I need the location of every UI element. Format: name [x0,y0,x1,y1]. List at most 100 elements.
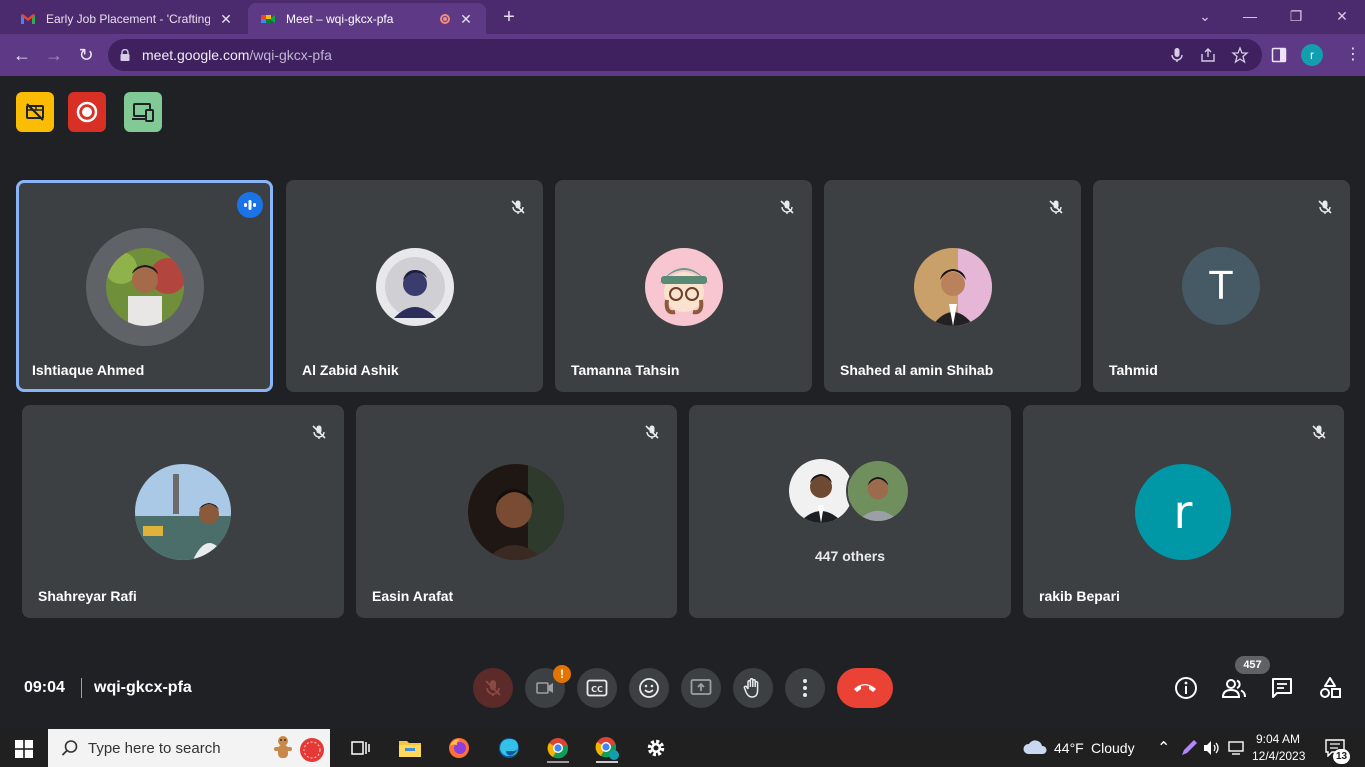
close-tab-icon[interactable]: ✕ [218,11,234,27]
close-window-icon[interactable]: ✕ [1322,4,1362,28]
forward-icon[interactable]: → [42,43,66,67]
mic-muted-icon [1312,194,1338,220]
participant-tile[interactable]: Al Zabid Ashik [286,180,543,392]
search-placeholder: Type here to search [88,740,221,757]
restore-icon[interactable]: ❐ [1276,4,1316,28]
chrome-profile-icon[interactable] [590,733,624,763]
microphone-toggle-button[interactable] [473,668,513,708]
avatar [789,459,853,523]
more-options-icon[interactable]: ⋮ [1341,43,1365,67]
search-highlight-icon [274,736,324,762]
participant-name: Shahreyar Rafi [38,588,137,604]
windows-taskbar: Type here to search 44°F Cloudy ⌃ 9:04 A… [0,729,1365,767]
settings-gear-icon[interactable] [639,733,673,763]
present-screen-button[interactable] [681,668,721,708]
svg-text:CC: CC [591,685,603,694]
participant-count-badge: 457 [1235,656,1270,674]
participant-tile[interactable]: Shahreyar Rafi [22,405,344,618]
file-explorer-icon[interactable] [393,733,427,763]
pen-icon[interactable] [1180,739,1198,757]
chrome-icon[interactable] [541,733,575,763]
participant-name: Tahmid [1109,362,1158,378]
participant-tile[interactable]: Tamanna Tahsin [555,180,812,392]
raise-hand-button[interactable] [733,668,773,708]
avatar: r [1135,464,1231,560]
network-icon[interactable] [1228,740,1246,756]
camera-toggle-button[interactable]: ! [525,665,571,708]
chat-button[interactable] [1268,674,1296,702]
avatar [135,464,231,560]
avatar [106,248,184,326]
no-video-recording-badge[interactable] [16,92,54,132]
participant-name: Al Zabid Ashik [302,362,399,378]
share-icon[interactable] [1199,46,1217,64]
info-icon [1175,677,1197,699]
close-tab-icon[interactable]: ✕ [458,11,474,27]
more-vert-icon [803,679,807,697]
companion-devices-badge[interactable] [124,92,162,132]
participant-name: Tamanna Tahsin [571,362,680,378]
meeting-time: 09:04 [24,679,65,696]
new-tab-button[interactable]: + [498,6,520,28]
mic-muted-icon [306,419,332,445]
back-icon[interactable]: ← [10,43,34,67]
avatar [846,459,910,523]
cloudy-weather-icon[interactable] [1022,738,1050,756]
tab-gmail[interactable]: Early Job Placement - 'Crafting y ✕ [8,3,246,34]
meeting-details-button[interactable] [1172,674,1200,702]
participant-tile[interactable]: Easin Arafat [356,405,677,618]
participant-name: Shahed al amin Shihab [840,362,994,378]
captions-button[interactable]: CC [577,668,617,708]
participant-tile[interactable]: T Tahmid [1093,180,1350,392]
windows-start-icon[interactable] [15,740,33,758]
running-indicator [596,761,618,763]
no-video-recording-icon [26,103,44,121]
chat-icon [1272,678,1292,698]
recording-badge[interactable] [68,92,106,132]
participant-name: Easin Arafat [372,588,454,604]
bookmark-star-icon[interactable] [1231,46,1249,64]
microphone-icon[interactable] [1168,46,1186,64]
companion-devices-icon [132,103,154,122]
firefox-icon[interactable] [442,733,476,763]
tab-search-icon[interactable]: ⌄ [1185,4,1225,28]
participant-tile[interactable]: r rakib Bepari [1023,405,1344,618]
clock-date[interactable]: 12/4/2023 [1252,749,1305,763]
taskbar-search-box[interactable]: Type here to search [48,729,330,767]
participant-tile[interactable]: Ishtiaque Ahmed [16,180,273,392]
weather-description[interactable]: Cloudy [1091,740,1135,756]
clock-time[interactable]: 9:04 AM [1252,732,1304,746]
task-view-icon[interactable] [343,733,377,763]
more-options-button[interactable] [785,668,825,708]
participant-tile[interactable]: Shahed al amin Shihab [824,180,1081,392]
closed-captions-icon: CC [586,679,608,697]
show-hidden-icons-chevron-icon[interactable]: ⌃ [1157,738,1170,758]
leave-call-button[interactable] [837,668,893,708]
edge-icon[interactable] [492,733,526,763]
raise-hand-icon [743,678,759,698]
people-button[interactable] [1220,674,1248,702]
volume-icon[interactable] [1203,740,1221,756]
activities-button[interactable] [1316,674,1344,702]
running-indicator [547,761,569,763]
notification-count-badge: 13 [1333,749,1350,764]
reactions-button[interactable] [629,668,669,708]
minimize-icon[interactable]: — [1230,4,1270,28]
lock-icon [120,49,130,61]
people-icon [1221,679,1246,698]
meeting-code: wqi-gkcx-pfa [94,679,192,696]
weather-temperature[interactable]: 44°F [1054,740,1084,756]
others-tile[interactable]: 447 others [689,405,1011,618]
tab-meet[interactable]: Meet – wqi-gkcx-pfa ✕ [248,3,486,34]
reload-icon[interactable]: ↻ [74,43,98,67]
profile-avatar[interactable]: r [1301,44,1323,66]
search-icon [61,740,78,756]
address-bar[interactable]: meet.google.com/wqi-gkcx-pfa [108,39,1262,71]
avatar [645,248,723,326]
hang-up-icon [854,684,876,692]
recording-icon [76,101,98,123]
divider [81,678,82,698]
avatar [914,248,992,326]
side-panel-icon[interactable] [1271,47,1287,63]
recording-indicator-icon [440,13,450,24]
